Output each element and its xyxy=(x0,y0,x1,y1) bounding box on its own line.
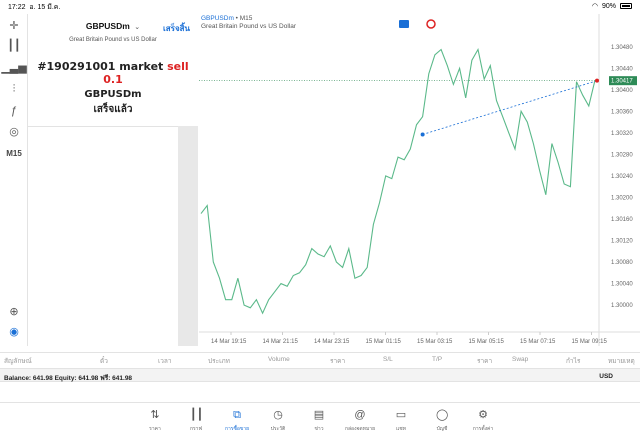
order-symbol: GBPUSDm xyxy=(84,89,142,100)
depth-of-market-button[interactable] xyxy=(426,19,436,29)
account-icon: ◯ xyxy=(436,409,449,421)
tab-mailbox[interactable]: @ กล่องจดหมาย xyxy=(340,409,380,433)
col-tp[interactable]: T/P xyxy=(432,356,442,363)
col-sl[interactable]: S/L xyxy=(383,356,393,363)
y-tick-label: 1.30240 xyxy=(611,174,633,180)
status-right: ◠ 90% xyxy=(592,2,632,10)
y-tick-label: 1.30320 xyxy=(611,131,633,137)
bottom-tab-bar: ⇅ ราคา ┃┃ กราฟ ⧉ การซื้อขาย ◷ ประวัติ ▤ ข่าว … xyxy=(0,402,640,447)
balance-currency: USD xyxy=(599,373,613,380)
col-ticket[interactable]: ตั๋ว xyxy=(100,356,108,366)
panel-scroll-area xyxy=(178,126,198,346)
tab-chat[interactable]: ▭ แชท xyxy=(381,409,421,433)
y-tick-label: 1.30040 xyxy=(611,282,633,288)
x-tick-label: 15 Mar 07:15 xyxy=(520,339,556,345)
y-tick-label: 1.30360 xyxy=(611,109,633,115)
x-tick-label: 14 Mar 23:15 xyxy=(314,339,350,345)
col-time[interactable]: เวลา xyxy=(158,356,172,366)
one-click-trade-button[interactable] xyxy=(399,20,409,28)
chat-icon: ▭ xyxy=(395,409,407,421)
trading-icon[interactable]: ◉ xyxy=(5,324,23,338)
order-result: #190291001 market sell 0.1 GBPUSDm เสร็จ… xyxy=(28,54,198,140)
order-status: เสร็จแล้ว xyxy=(93,104,133,115)
col-price[interactable]: ราคา xyxy=(330,356,345,366)
y-tick-label: 1.30400 xyxy=(611,88,633,94)
current-price-label: 1.30417 xyxy=(611,79,633,85)
tab-history[interactable]: ◷ ประวัติ xyxy=(258,409,298,433)
candles-icon[interactable]: ┃┃ xyxy=(5,38,23,52)
battery-icon xyxy=(620,3,632,9)
y-tick-label: 1.30200 xyxy=(611,195,633,201)
y-tick-label: 1.30080 xyxy=(611,260,633,266)
mailbox-icon: @ xyxy=(354,409,366,421)
y-tick-label: 1.30280 xyxy=(611,152,633,158)
status-bar: 17:22 อ. 15 มี.ค. ◠ 90% xyxy=(0,0,640,12)
settings-icon: ⚙ xyxy=(478,409,488,421)
col-symbol[interactable]: สัญลักษณ์ xyxy=(4,356,32,366)
crosshair-icon[interactable]: ✛ xyxy=(5,18,23,32)
panel-divider xyxy=(28,126,198,127)
col-type[interactable]: ประเภท xyxy=(208,356,230,366)
order-summary: #190291001 market sell 0.1 xyxy=(37,60,189,86)
price-chart[interactable]: 1.30480 1.30440 1.30400 1.30360 1.30320 1.302… xyxy=(199,14,640,346)
trade-icon: ⧉ xyxy=(233,409,241,421)
col-swap[interactable]: Swap xyxy=(512,356,528,363)
bars-icon[interactable]: ▁▃▅ xyxy=(1,60,26,74)
history-icon: ◷ xyxy=(273,409,283,421)
y-tick-label: 1.30120 xyxy=(611,239,633,245)
tab-settings[interactable]: ⚙ การตั้งค่า xyxy=(463,409,503,433)
quotes-icon: ⇅ xyxy=(150,409,160,421)
trade-path-line xyxy=(422,80,598,135)
y-tick-label: 1.30440 xyxy=(611,66,633,72)
balance-text: Balance: 641.98 Equity: 641.98 ฟรี: 641.… xyxy=(4,375,133,382)
chart-canvas[interactable]: 1.30480 1.30440 1.30400 1.30360 1.30320 1.302… xyxy=(199,14,640,346)
price-series-line xyxy=(200,47,596,315)
y-tick-label: 1.30160 xyxy=(611,217,633,223)
entry-point-marker xyxy=(420,132,425,137)
indicators-icon[interactable]: ⫶ xyxy=(5,82,23,96)
chart-icon: ┃┃ xyxy=(190,409,204,421)
wifi-icon: ◠ xyxy=(591,3,598,10)
function-icon[interactable]: ƒ xyxy=(5,104,23,118)
chevron-down-icon: ⌄ xyxy=(134,24,141,31)
col-profit[interactable]: กำไร xyxy=(566,356,580,366)
tab-news[interactable]: ▤ ข่าว xyxy=(299,409,339,433)
chart-title: GBPUSDm • M15 xyxy=(201,15,253,22)
tab-charts[interactable]: ┃┃ กราฟ xyxy=(176,409,216,433)
done-button[interactable]: เสร็จสิ้น xyxy=(163,22,190,35)
chart-toolbar: ✛ ┃┃ ▁▃▅ ⫶ ƒ ◎ M15 ⊕ ◉ xyxy=(0,14,28,346)
objects-icon[interactable]: ◎ xyxy=(5,124,23,138)
status-time: 17:22 อ. 15 มี.ค. xyxy=(8,4,61,11)
x-tick-label: 15 Mar 03:15 xyxy=(417,339,453,345)
symbol-name: GBPUSDm xyxy=(85,21,130,31)
y-tick-label: 1.30000 xyxy=(611,303,633,309)
positions-table-header: สัญลักษณ์ ตั๋ว เวลา ประเภท Volume ราคา S… xyxy=(0,352,640,366)
timeframe-button[interactable]: M15 xyxy=(5,146,23,160)
close-point-marker xyxy=(595,78,599,83)
x-tick-label: 14 Mar 21:15 xyxy=(263,339,299,345)
order-panel: GBPUSDm ⌄ Great Britain Pound vs US Doll… xyxy=(28,14,198,346)
chart-description: Great Britain Pound vs US Dollar xyxy=(201,23,297,30)
y-tick-label: 1.30480 xyxy=(611,45,633,51)
col-current-price[interactable]: ราคา xyxy=(477,356,492,366)
col-comment[interactable]: หมายเหตุ xyxy=(608,356,635,366)
x-tick-label: 15 Mar 09:15 xyxy=(572,339,608,345)
x-tick-label: 15 Mar 01:15 xyxy=(366,339,402,345)
tab-account[interactable]: ◯ บัญชี xyxy=(422,409,462,433)
col-volume[interactable]: Volume xyxy=(268,356,290,363)
tab-quotes[interactable]: ⇅ ราคา xyxy=(135,409,175,433)
tab-trade[interactable]: ⧉ การซื้อขาย xyxy=(217,409,257,433)
balance-bar: Balance: 641.98 Equity: 641.98 ฟรี: 641.… xyxy=(0,368,640,382)
zoom-icon[interactable]: ⊕ xyxy=(5,304,23,318)
battery-percent: 90% xyxy=(601,2,616,10)
x-tick-label: 15 Mar 05:15 xyxy=(469,339,505,345)
symbol-description: Great Britain Pound vs US Dollar xyxy=(69,37,157,43)
x-tick-label: 14 Mar 19:15 xyxy=(211,339,247,345)
news-icon: ▤ xyxy=(313,409,325,421)
